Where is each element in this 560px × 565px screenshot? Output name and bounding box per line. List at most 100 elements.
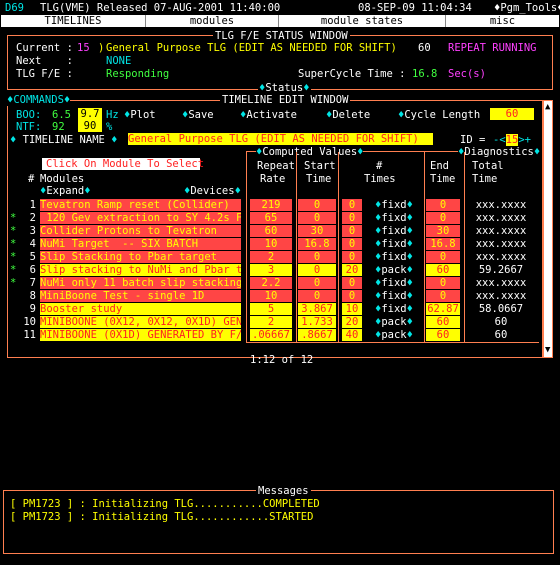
click-module-prompt[interactable]: Click On Module To Select — [42, 158, 204, 170]
cycle-length-input[interactable]: 60 — [490, 108, 534, 120]
col-start: Start — [304, 160, 336, 172]
start-time[interactable]: 0 — [298, 251, 336, 263]
id-field[interactable]: -<15>+ — [493, 134, 531, 146]
table-row[interactable]: 9 Booster study 5 3.867 10 ♦fixd♦ 62.87 58.0667 — [0, 303, 560, 315]
module-name[interactable]: 120 Gev extraction to SY 4.2s FT — [40, 212, 241, 224]
activate-button[interactable]: ♦Activate — [240, 109, 297, 121]
start-time[interactable]: 30 — [298, 225, 336, 237]
module-name[interactable]: Slip Stacking to Pbar target — [40, 251, 241, 263]
end-time[interactable]: 60 — [426, 264, 460, 276]
start-time[interactable]: 0 — [298, 212, 336, 224]
module-name[interactable]: MINIBOONE (0X12, 0X12, 0X1D) GENE — [40, 316, 241, 328]
table-row[interactable]: * 3 Collider Protons to Tevatron 60 30 0 ♦fixd… — [0, 225, 560, 237]
date-time: 08-SEP-09 11:04:34 — [358, 2, 472, 14]
times-count[interactable]: 10 — [342, 303, 362, 315]
module-name[interactable]: Tevatron Ramp reset (Collider) — [40, 199, 241, 211]
table-row[interactable]: 1 Tevatron Ramp reset (Collider) 219 0 0 ♦fix… — [0, 199, 560, 211]
expand-button[interactable]: ♦Expand♦ — [40, 185, 91, 197]
end-time[interactable]: 0 — [426, 199, 460, 211]
end-time[interactable]: 62.87 — [426, 303, 460, 315]
repeat-rate[interactable]: 3 — [250, 264, 292, 276]
module-name[interactable]: NuMi Target -- SIX BATCH — [40, 238, 241, 250]
end-time[interactable]: 0 — [426, 290, 460, 302]
repeat-rate[interactable]: 2 — [250, 316, 292, 328]
times-count[interactable]: 0 — [342, 277, 362, 289]
plot-button[interactable]: ♦Plot — [124, 109, 156, 121]
times-count[interactable]: 0 — [342, 212, 362, 224]
times-count[interactable]: 0 — [342, 251, 362, 263]
scroll-down-icon[interactable]: ▼ — [545, 346, 550, 355]
table-row[interactable]: 8 MiniBoone Test - single 1D 10 0 0 ♦fixd♦ 0 xx… — [0, 290, 560, 302]
messages-title: Messages — [256, 485, 311, 497]
end-time[interactable]: 16.8 — [426, 238, 460, 250]
message-line: [ PM1723 ] : Initializing TLG...........… — [10, 511, 314, 523]
start-time[interactable]: 0 — [298, 264, 336, 276]
repeat-rate[interactable]: 2 — [250, 251, 292, 263]
menu-module-states[interactable]: module states — [279, 15, 446, 27]
menu-misc[interactable]: misc — [446, 15, 559, 27]
times-count[interactable]: 0 — [342, 290, 362, 302]
end-time[interactable]: 0 — [426, 277, 460, 289]
save-button[interactable]: ♦Save — [182, 109, 214, 121]
status-tab[interactable]: ♦Status♦ — [258, 82, 311, 94]
table-row[interactable]: 10 MINIBOONE (0X12, 0X12, 0X1D) GENE 2 1.73… — [0, 316, 560, 328]
repeat-rate[interactable]: .06667 — [250, 329, 292, 341]
module-name[interactable]: Slip stacking to NuMi and Pbar ta — [40, 264, 241, 276]
delete-button[interactable]: ♦Delete — [326, 109, 370, 121]
end-time[interactable]: 0 — [426, 251, 460, 263]
end-time[interactable]: 60 — [426, 329, 460, 341]
repeat-rate[interactable]: 219 — [250, 199, 292, 211]
end-time[interactable]: 0 — [426, 212, 460, 224]
repeat-rate[interactable]: 5 — [250, 303, 292, 315]
boo-rate-input[interactable]: 9.7 — [78, 108, 102, 120]
module-name[interactable]: MINIBOONE (0X1D) GENERATED BY F/E — [40, 329, 241, 341]
total-time: 59.2667 — [478, 264, 524, 276]
boo-value: 6.5 — [52, 109, 71, 121]
module-name[interactable]: MiniBoone Test - single 1D — [40, 290, 241, 302]
menu-modules[interactable]: modules — [146, 15, 279, 27]
start-time[interactable]: 3.867 — [298, 303, 336, 315]
repeat-rate[interactable]: 2.2 — [250, 277, 292, 289]
module-name[interactable]: Collider Protons to Tevatron — [40, 225, 241, 237]
repeat-rate[interactable]: 10 — [250, 290, 292, 302]
repeat-rate[interactable]: 60 — [250, 225, 292, 237]
start-time[interactable]: 1.733 — [298, 316, 336, 328]
table-row[interactable]: * 6 Slip stacking to NuMi and Pbar ta 3 0 20 ♦… — [0, 264, 560, 276]
table-row[interactable]: * 2 120 Gev extraction to SY 4.2s FT 65 0 0 ♦… — [0, 212, 560, 224]
start-time[interactable]: 0 — [298, 277, 336, 289]
times-count[interactable]: 0 — [342, 199, 362, 211]
start-time[interactable]: 16.8 — [298, 238, 336, 250]
col-times: Times — [364, 173, 396, 185]
computed-values-label: ♦Computed Values♦ — [256, 146, 364, 158]
repeat-rate[interactable]: 10 — [250, 238, 292, 250]
repeat-rate[interactable]: 65 — [250, 212, 292, 224]
table-row[interactable]: * 4 NuMi Target -- SIX BATCH 10 16.8 0 ♦fixd♦ 1… — [0, 238, 560, 250]
pgm-tools-menu[interactable]: ♦Pgm_Tools♦ — [494, 2, 560, 14]
times-count[interactable]: 40 — [342, 329, 362, 341]
times-count[interactable]: 20 — [342, 316, 362, 328]
timeline-name-input[interactable]: General Purpose TLG (EDIT AS NEEDED FOR … — [128, 133, 433, 145]
module-name[interactable]: NuMi only 11 batch slip stacking — [40, 277, 241, 289]
times-count[interactable]: 0 — [342, 238, 362, 250]
next-label: Next : — [16, 55, 73, 67]
start-time[interactable]: 0 — [298, 199, 336, 211]
ntf-input[interactable]: 90 — [78, 120, 102, 132]
module-name[interactable]: Booster study — [40, 303, 241, 315]
times-count[interactable]: 0 — [342, 225, 362, 237]
id-label: ID = — [460, 134, 492, 146]
end-time[interactable]: 30 — [426, 225, 460, 237]
start-time[interactable]: .8667 — [298, 329, 336, 341]
scroll-up-icon[interactable]: ▲ — [545, 103, 550, 112]
start-time[interactable]: 0 — [298, 290, 336, 302]
current-label: Current : — [16, 42, 73, 54]
table-row[interactable]: * 5 Slip Stacking to Pbar target 2 0 0 ♦fixd♦ 0… — [0, 251, 560, 263]
supercycle-label: SuperCycle Time : — [298, 68, 406, 80]
row-marker: * — [10, 212, 17, 224]
table-row[interactable]: * 7 NuMi only 11 batch slip stacking 2.2 0 0 ♦… — [0, 277, 560, 289]
times-count[interactable]: 20 — [342, 264, 362, 276]
devices-button[interactable]: ♦Devices♦ — [184, 185, 241, 197]
commands-menu[interactable]: ♦COMMANDS♦ — [7, 94, 71, 106]
table-row[interactable]: 11 MINIBOONE (0X1D) GENERATED BY F/E .0666… — [0, 329, 560, 341]
menu-timelines[interactable]: TIMELINES — [1, 15, 146, 27]
end-time[interactable]: 60 — [426, 316, 460, 328]
